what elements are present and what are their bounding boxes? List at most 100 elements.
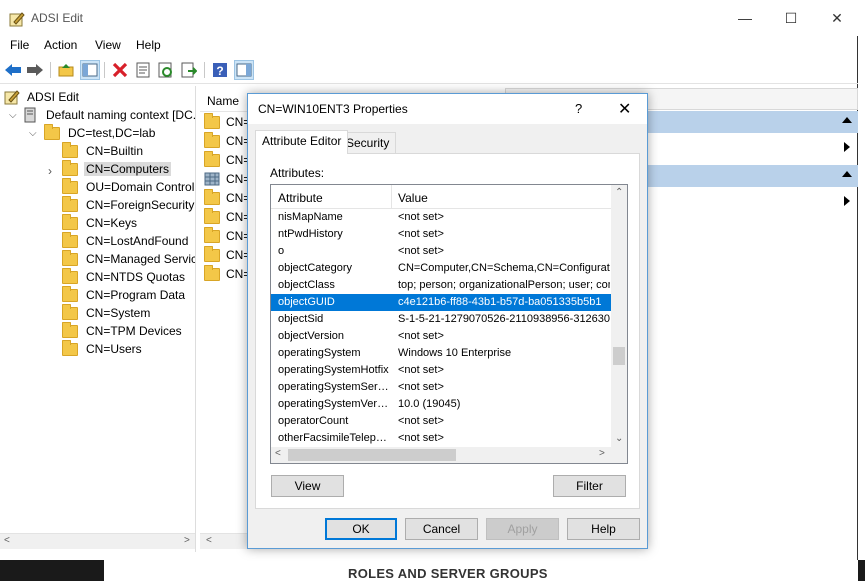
attributes-horizontal-scrollbar[interactable]: < > bbox=[271, 447, 611, 463]
attribute-row[interactable]: operatingSystem Windows 10 Enterprise bbox=[271, 345, 611, 362]
show-hide-action-pane-icon[interactable] bbox=[234, 60, 254, 80]
attribute-row[interactable]: ntPwdHistory <not set> bbox=[271, 226, 611, 243]
scroll-left-icon[interactable]: < bbox=[206, 535, 212, 546]
tree-naming-context[interactable]: Default naming context [DC. bbox=[24, 106, 195, 124]
attribute-row[interactable]: operatingSystemServi... <not set> bbox=[271, 379, 611, 396]
view-button[interactable]: View bbox=[271, 475, 344, 497]
tree-item[interactable]: CN=Users bbox=[62, 339, 144, 358]
dialog-close-button[interactable]: ✕ bbox=[618, 99, 631, 119]
folder-icon bbox=[204, 226, 220, 243]
tree-item[interactable]: CN=Program Data bbox=[62, 285, 187, 304]
collapse-up-icon[interactable] bbox=[842, 171, 852, 177]
attribute-value: top; person; organizationalPerson; user;… bbox=[398, 279, 610, 291]
attribute-name: objectCategory bbox=[278, 262, 352, 274]
attributes-list[interactable]: Attribute Value nisMapName <not set> ntPw… bbox=[270, 184, 628, 464]
export-list-icon[interactable] bbox=[179, 60, 199, 80]
computer-object-icon bbox=[204, 172, 220, 186]
attribute-row[interactable]: o <not set> bbox=[271, 243, 611, 260]
attribute-name: ntPwdHistory bbox=[278, 228, 343, 240]
scroll-up-icon[interactable]: ⌃ bbox=[615, 187, 623, 198]
tree-item[interactable]: CN=Builtin bbox=[62, 141, 145, 160]
up-folder-icon[interactable] bbox=[56, 60, 76, 80]
apply-button[interactable]: Apply bbox=[486, 518, 559, 540]
dialog-help-button[interactable]: ? bbox=[575, 101, 582, 116]
close-button[interactable]: ✕ bbox=[814, 4, 860, 32]
scroll-left-icon[interactable]: < bbox=[275, 448, 281, 459]
menu-help[interactable]: Help bbox=[136, 38, 161, 52]
tree-item-label: CN=TPM Devices bbox=[86, 324, 182, 338]
tree-item-label: CN=Keys bbox=[86, 216, 138, 230]
list-item[interactable]: CN= bbox=[204, 188, 250, 207]
server-icon bbox=[24, 107, 36, 123]
ok-button[interactable]: OK bbox=[325, 518, 397, 540]
tree-item[interactable]: CN=Managed Servic bbox=[62, 249, 195, 268]
maximize-button[interactable]: ☐ bbox=[768, 4, 814, 32]
attribute-row[interactable]: objectVersion <not set> bbox=[271, 328, 611, 345]
list-item[interactable]: CN= bbox=[204, 150, 250, 169]
attribute-name: otherFacsimileTeleph... bbox=[278, 432, 390, 444]
attribute-row[interactable]: objectCategory CN=Computer,CN=Schema,CN=C… bbox=[271, 260, 611, 277]
show-hide-tree-icon[interactable] bbox=[80, 60, 100, 80]
scroll-down-icon[interactable]: ⌄ bbox=[615, 433, 623, 444]
tree-item[interactable]: CN=Keys bbox=[62, 213, 139, 232]
attribute-row[interactable]: operatingSystemVersi... 10.0 (19045) bbox=[271, 396, 611, 413]
tree-item[interactable]: CN=ForeignSecurityP bbox=[62, 195, 195, 214]
chevron-down-icon[interactable]: ⌵ bbox=[29, 128, 37, 139]
list-item[interactable]: CN= bbox=[204, 264, 250, 283]
tree-item[interactable]: CN=System bbox=[62, 303, 152, 322]
attribute-row[interactable]: objectSid S-1-5-21-1279070526-2110938956-… bbox=[271, 311, 611, 328]
filter-button[interactable]: Filter bbox=[553, 475, 626, 497]
collapse-up-icon[interactable] bbox=[842, 117, 852, 123]
list-item[interactable]: CN= bbox=[204, 112, 250, 131]
attribute-row-selected[interactable]: objectGUID c4e121b6-ff88-43b1-b57d-ba0513… bbox=[271, 294, 611, 311]
submenu-arrow-icon[interactable] bbox=[844, 196, 850, 206]
tab-attribute-editor[interactable]: Attribute Editor bbox=[255, 130, 349, 154]
menu-view[interactable]: View bbox=[95, 38, 121, 52]
tree-item[interactable]: CN=NTDS Quotas bbox=[62, 267, 187, 286]
scroll-thumb[interactable] bbox=[613, 347, 625, 365]
tree-item[interactable]: CN=TPM Devices bbox=[62, 321, 184, 340]
tree-domain[interactable]: DC=test,DC=lab bbox=[44, 123, 157, 142]
list-item[interactable]: CN= bbox=[204, 226, 250, 245]
chevron-down-icon[interactable]: ⌵ bbox=[9, 110, 17, 121]
list-item[interactable]: CN= bbox=[204, 245, 250, 264]
menu-action[interactable]: Action bbox=[44, 38, 77, 52]
attribute-row[interactable]: operatingSystemHotfix <not set> bbox=[271, 362, 611, 379]
tree-horizontal-scrollbar[interactable]: < > bbox=[0, 533, 195, 549]
scroll-thumb[interactable] bbox=[288, 449, 456, 461]
tree-item[interactable]: OU=Domain Control bbox=[62, 177, 195, 196]
minimize-button[interactable]: — bbox=[722, 4, 768, 32]
scroll-right-icon[interactable]: > bbox=[599, 448, 605, 459]
submenu-arrow-icon[interactable] bbox=[844, 142, 850, 152]
back-arrow-icon[interactable] bbox=[3, 60, 23, 80]
attribute-row[interactable]: operatorCount <not set> bbox=[271, 413, 611, 430]
tree-root[interactable]: ADSI Edit bbox=[4, 88, 81, 106]
refresh-icon[interactable] bbox=[156, 60, 176, 80]
tree-item[interactable]: CN=LostAndFound bbox=[62, 231, 190, 250]
folder-icon bbox=[204, 188, 220, 205]
attribute-row[interactable]: objectClass top; person; organizationalPe… bbox=[271, 277, 611, 294]
chevron-right-icon[interactable]: › bbox=[48, 164, 52, 178]
list-item[interactable]: CN= bbox=[204, 131, 250, 150]
scroll-right-icon[interactable]: > bbox=[184, 535, 190, 546]
list-item[interactable]: CN= bbox=[204, 207, 250, 226]
menu-file[interactable]: File bbox=[10, 38, 29, 52]
column-header-attribute[interactable]: Attribute bbox=[278, 191, 323, 205]
attribute-row[interactable]: otherFacsimileTeleph... <not set> bbox=[271, 430, 611, 447]
attribute-row[interactable]: nisMapName <not set> bbox=[271, 209, 611, 226]
properties-icon[interactable] bbox=[133, 60, 153, 80]
delete-icon[interactable] bbox=[110, 60, 130, 80]
column-header-value[interactable]: Value bbox=[398, 191, 428, 205]
tree-item-selected[interactable]: CN=Computers bbox=[62, 159, 172, 178]
scroll-left-icon[interactable]: < bbox=[4, 535, 10, 546]
tree-root-label: ADSI Edit bbox=[27, 90, 80, 104]
cancel-button[interactable]: Cancel bbox=[405, 518, 478, 540]
help-icon[interactable]: ? bbox=[210, 60, 230, 80]
help-button[interactable]: Help bbox=[567, 518, 640, 540]
tree-item-label: CN=NTDS Quotas bbox=[86, 270, 186, 284]
list-item[interactable]: CN= bbox=[204, 170, 250, 188]
attributes-vertical-scrollbar[interactable]: ⌃ ⌄ bbox=[611, 185, 627, 447]
attribute-value: <not set> bbox=[398, 245, 444, 257]
svg-text:?: ? bbox=[216, 64, 223, 78]
forward-arrow-icon[interactable] bbox=[25, 60, 45, 80]
